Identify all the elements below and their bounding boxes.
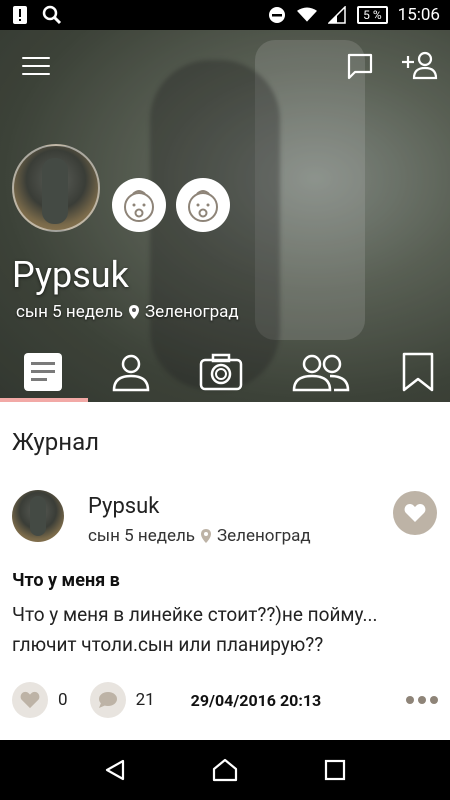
tab-profile[interactable] — [106, 350, 156, 394]
child-label: сын 5 недель — [16, 302, 124, 322]
signal-icon — [327, 5, 347, 25]
post-author-name[interactable]: Pypsuk — [88, 494, 159, 519]
tab-indicator — [0, 398, 88, 402]
profile-header: Pypsuk сын 5 недель Зеленоград — [0, 30, 450, 402]
location-label: Зеленоград — [145, 302, 239, 322]
tab-bookmarks[interactable] — [396, 350, 440, 394]
heart-icon — [404, 504, 426, 522]
baby-icon — [188, 190, 218, 222]
profile-meta: сын 5 недель Зеленоград — [16, 302, 239, 322]
home-icon — [212, 758, 238, 782]
message-icon[interactable] — [346, 52, 374, 80]
post-child-label: сын 5 недель — [88, 526, 196, 546]
baby-avatar[interactable] — [176, 178, 230, 232]
profile-name: Pypsuk — [12, 254, 129, 296]
recents-button[interactable] — [320, 755, 350, 785]
menu-icon[interactable] — [22, 54, 50, 78]
person-icon — [112, 354, 150, 392]
favorite-button[interactable] — [393, 491, 437, 535]
recents-icon — [324, 759, 346, 781]
back-icon — [105, 759, 125, 781]
journal-icon — [24, 353, 62, 391]
wifi-icon — [297, 5, 318, 25]
post-meta: сын 5 недель Зеленоград — [88, 526, 311, 546]
location-pin-icon — [129, 305, 140, 319]
bookmark-icon — [402, 352, 434, 392]
add-user-icon[interactable] — [400, 50, 440, 82]
like-button[interactable] — [12, 682, 48, 718]
tab-journal[interactable] — [18, 350, 68, 394]
post-location: Зеленоград — [217, 526, 311, 546]
baby-icon — [124, 190, 154, 222]
post-title[interactable]: Что у меня в — [12, 570, 120, 591]
back-button[interactable] — [100, 755, 130, 785]
post-actions: 0 21 29/04/2016 20:13 — [12, 682, 438, 718]
search-icon — [42, 5, 62, 25]
post-body[interactable]: Что у меня в линейке стоит??)не пойму...… — [12, 600, 432, 660]
battery-icon: 5 % — [357, 6, 388, 24]
system-nav-bar — [0, 740, 450, 800]
more-options-icon[interactable] — [406, 696, 438, 704]
alert-icon — [10, 5, 30, 25]
status-bar: 5 % 15:06 — [0, 0, 450, 30]
do-not-disturb-icon — [267, 5, 287, 25]
battery-level: 5 % — [363, 8, 382, 22]
like-count: 0 — [58, 690, 68, 710]
comment-count: 21 — [135, 690, 155, 710]
comment-button[interactable] — [89, 682, 126, 718]
camera-icon — [199, 353, 243, 391]
post-date: 29/04/2016 20:13 — [190, 690, 322, 710]
baby-avatar[interactable] — [112, 178, 166, 232]
section-title: Журнал — [12, 428, 100, 456]
tab-friends[interactable] — [288, 350, 354, 394]
profile-tabs — [0, 348, 450, 402]
tab-photos[interactable] — [196, 350, 246, 394]
location-pin-icon — [201, 529, 212, 543]
comment-icon — [98, 692, 117, 708]
home-button[interactable] — [210, 755, 240, 785]
profile-avatar[interactable] — [12, 144, 100, 232]
group-icon — [292, 354, 350, 392]
post-author-avatar[interactable] — [12, 490, 64, 542]
clock: 15:06 — [397, 5, 440, 25]
heart-icon — [20, 691, 40, 709]
